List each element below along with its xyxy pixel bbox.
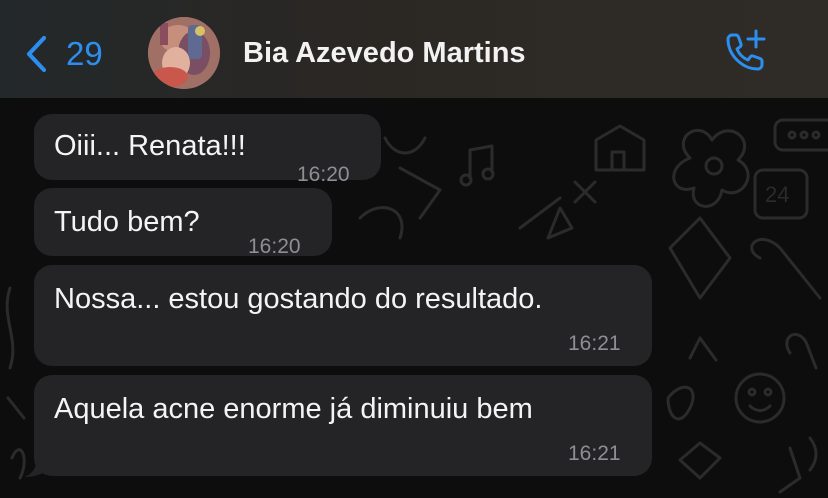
message-bubble[interactable]: Oiii... Renata!!! 16:20 [34, 114, 381, 186]
message-text: Oiii... Renata!!! [54, 130, 246, 162]
svg-text:24: 24 [765, 182, 789, 207]
chat-screen: 29 Bia Azevedo Martins 24 Oiii... Renata… [0, 0, 828, 498]
avatar[interactable] [148, 17, 220, 89]
contact-name[interactable]: Bia Azevedo Martins [243, 34, 526, 72]
bubble-tail [24, 448, 50, 477]
unread-count: 29 [66, 35, 103, 72]
phone-add-icon[interactable] [718, 27, 770, 79]
message-bubble[interactable]: Nossa... estou gostando do resultado. 16… [34, 265, 652, 366]
message-time: 16:21 [568, 442, 621, 465]
message-bubble[interactable]: Tudo bem? 16:20 [34, 188, 332, 258]
message-time: 16:21 [568, 332, 621, 355]
message-text: Tudo bem? [54, 206, 200, 238]
chevron-left-icon [26, 35, 47, 73]
chat-header: 29 Bia Azevedo Martins [0, 0, 828, 98]
message-time: 16:20 [297, 163, 350, 186]
message-text: Aquela acne enorme já diminuiu bem [54, 393, 533, 425]
back-button[interactable]: 29 [22, 30, 103, 78]
message-list[interactable]: 24 Oiii... Renata!!! 16:20 Tudo bem? 16:… [0, 98, 828, 498]
message-bubble[interactable]: Aquela acne enorme já diminuiu bem 16:21 [34, 375, 652, 476]
message-text: Nossa... estou gostando do resultado. [54, 283, 543, 315]
message-time: 16:20 [248, 235, 301, 258]
